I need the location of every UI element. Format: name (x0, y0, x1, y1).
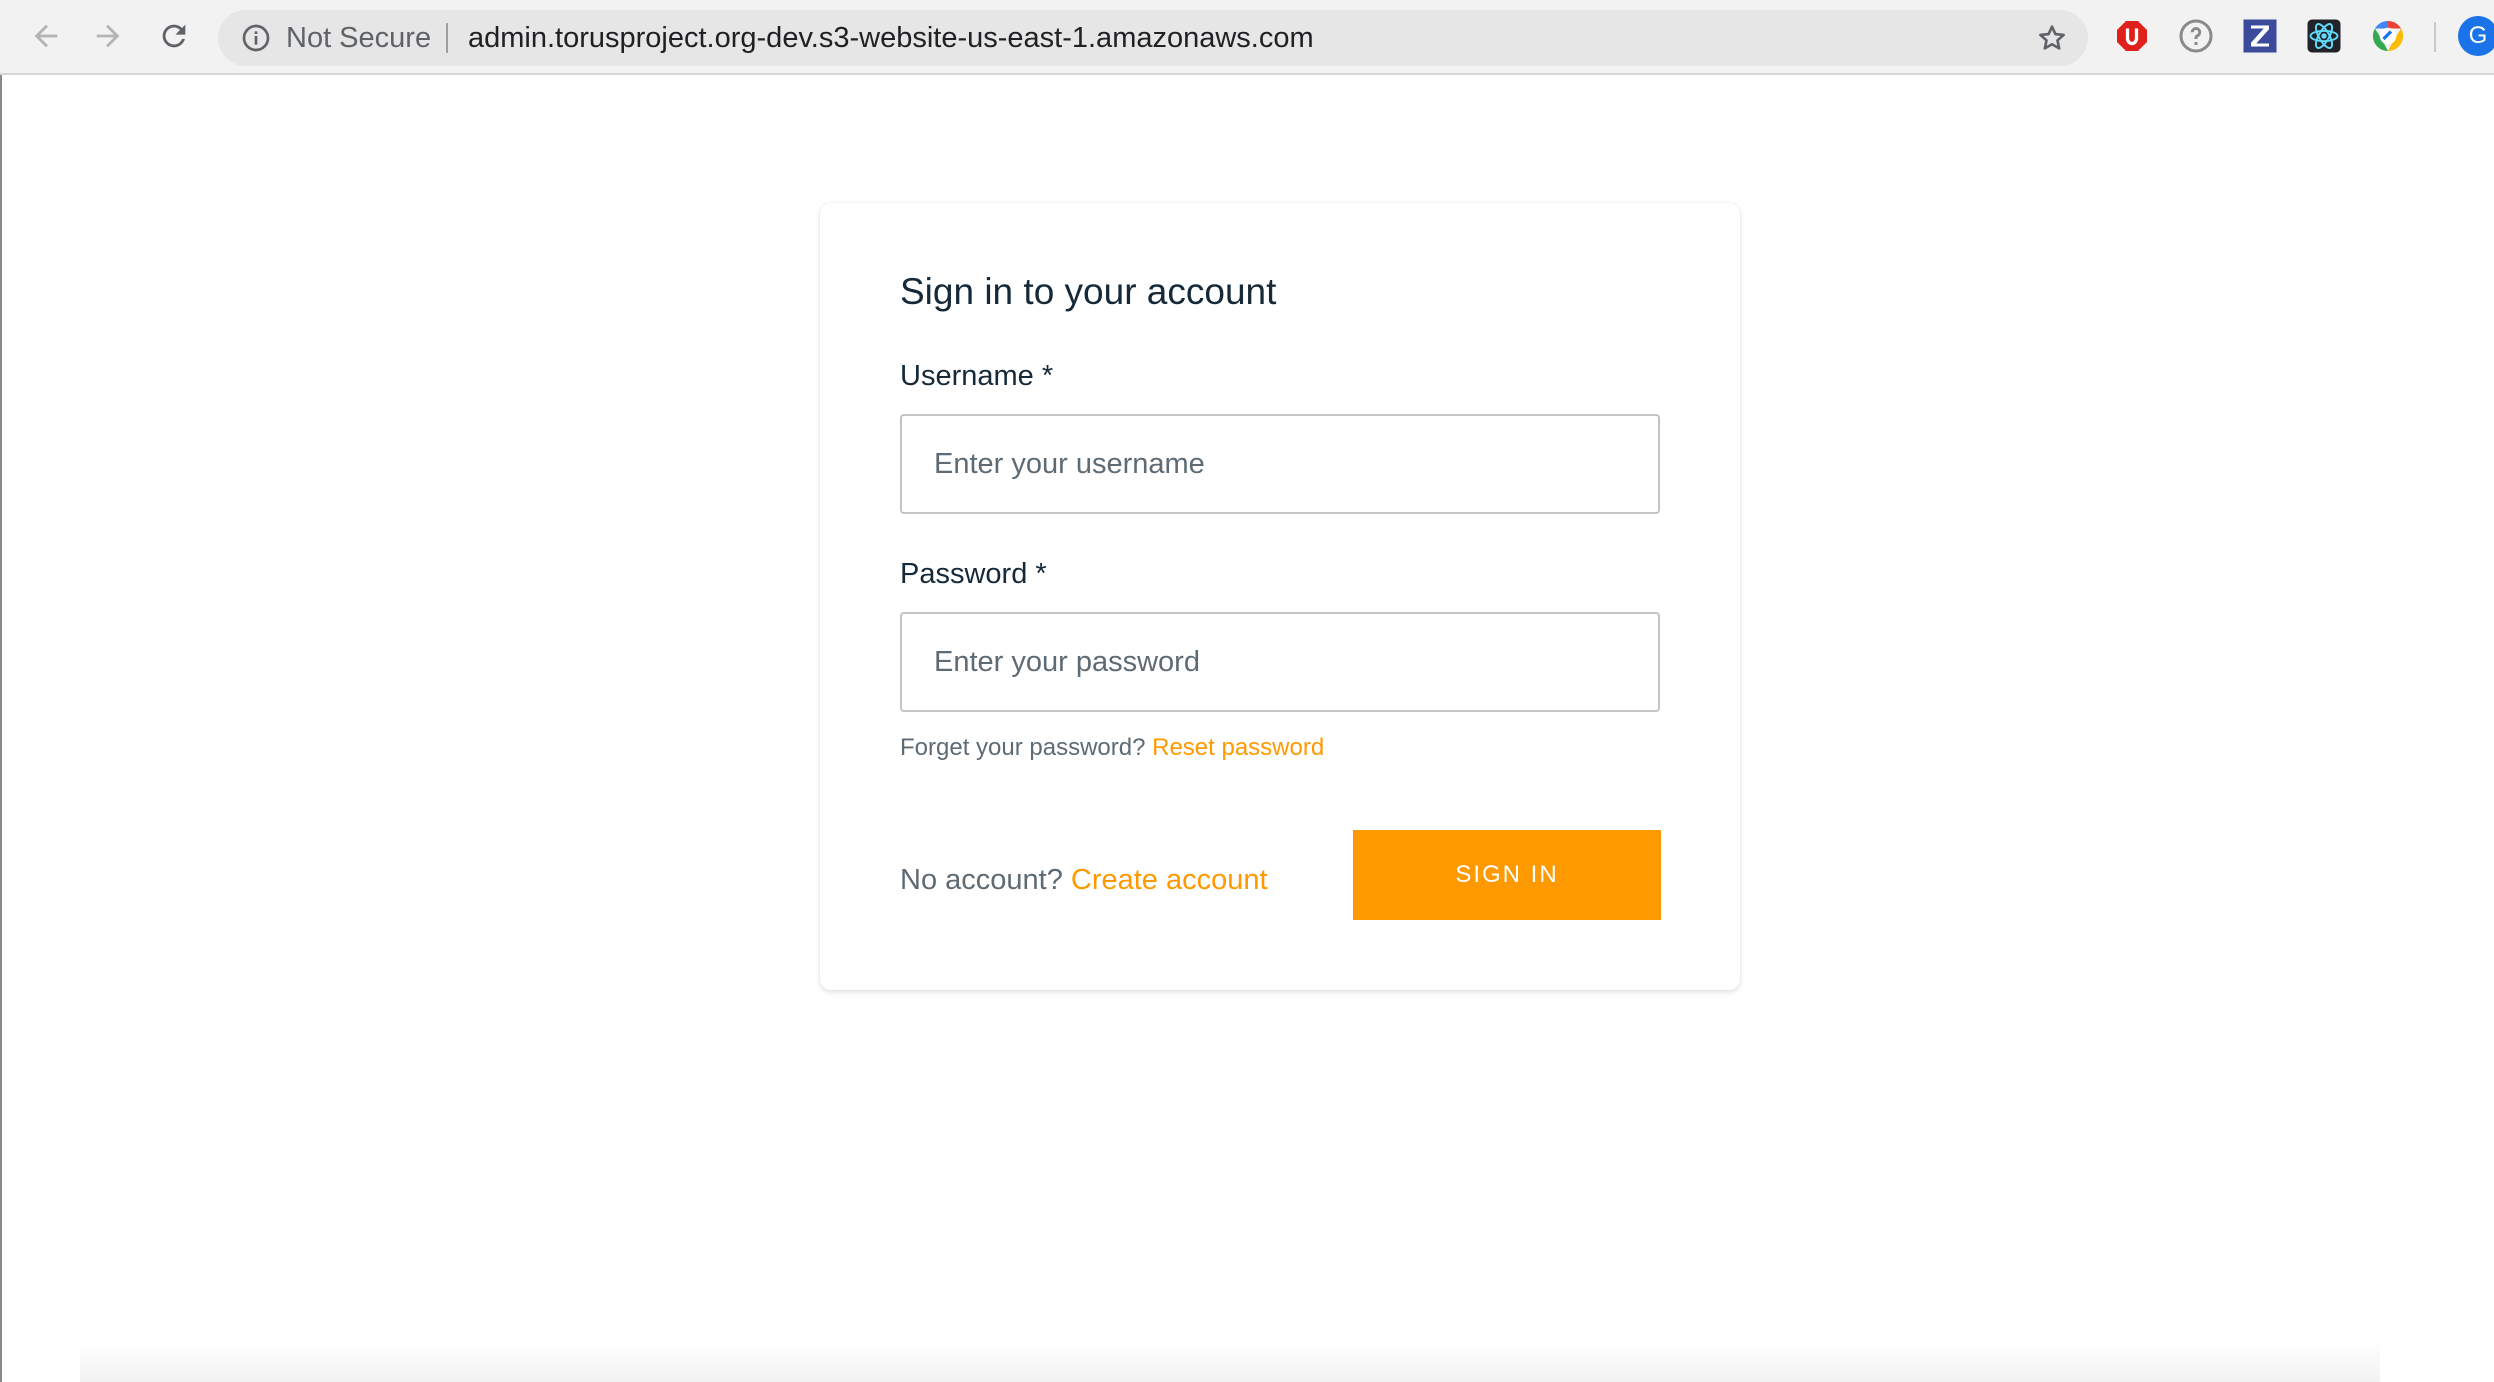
forgot-password-text: Forget your password? (900, 734, 1146, 761)
password-input[interactable] (900, 612, 1660, 712)
no-account-text: No account? (900, 864, 1063, 896)
address-bar[interactable]: Not Secure admin.torusproject.org-dev.s3… (218, 10, 2088, 66)
reload-icon[interactable] (152, 14, 196, 58)
help-icon[interactable] (2178, 18, 2214, 54)
ublock-icon[interactable] (2114, 18, 2150, 54)
username-label: Username * (900, 360, 1054, 392)
create-account-link[interactable]: Create account (1071, 864, 1268, 896)
signin-card: Sign in to your account Username * Passw… (820, 203, 1740, 990)
password-label: Password * (900, 558, 1047, 590)
forgot-password-row: Forget your password? Reset password (900, 733, 1324, 763)
react-devtools-icon[interactable] (2306, 18, 2342, 54)
url-text[interactable]: admin.torusproject.org-dev.s3-website-us… (468, 10, 1314, 66)
bookmark-star-icon[interactable] (2036, 22, 2068, 54)
page-shadow (80, 1340, 2380, 1382)
back-arrow-icon[interactable] (24, 14, 68, 58)
window-edge (0, 75, 2, 1382)
divider (446, 23, 448, 53)
page-title: Sign in to your account (900, 271, 1277, 312)
profile-avatar[interactable]: G (2458, 16, 2494, 56)
chrome-color-icon[interactable] (2370, 18, 2406, 54)
zotero-icon[interactable] (2242, 18, 2278, 54)
divider (2434, 22, 2436, 52)
username-input[interactable] (900, 414, 1660, 514)
reset-password-link[interactable]: Reset password (1152, 734, 1324, 761)
create-account-row: No account? Create account (900, 857, 1268, 903)
browser-toolbar: Not Secure admin.torusproject.org-dev.s3… (0, 0, 2494, 75)
info-icon[interactable] (240, 22, 272, 54)
security-status: Not Secure (286, 22, 432, 54)
forward-arrow-icon[interactable] (86, 14, 130, 58)
sign-in-button[interactable]: SIGN IN (1353, 830, 1661, 920)
